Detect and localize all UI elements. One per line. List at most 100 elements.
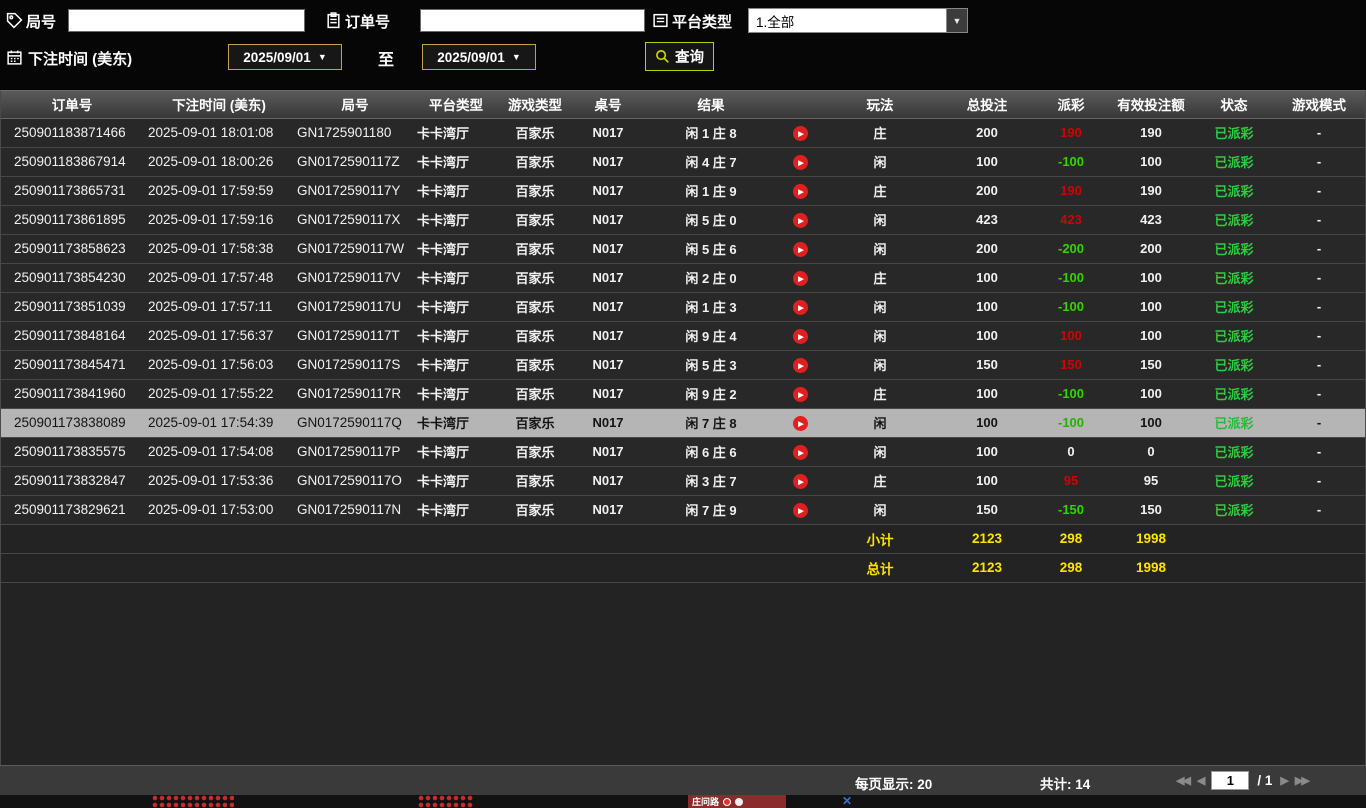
round-input[interactable] — [68, 9, 305, 32]
play-video-icon[interactable]: ▶ — [792, 242, 808, 258]
cell-order-no: 250901173835575 — [1, 437, 143, 467]
subtotal-spacer — [1, 524, 821, 554]
play-video-icon[interactable]: ▶ — [792, 213, 808, 229]
table-row[interactable]: 250901183867914 2025-09-01 18:00:26 GN0172… — [1, 147, 1365, 177]
cell-payout: 0 — [1035, 437, 1107, 467]
platform-type-dropdown[interactable]: 1.全部 ▼ — [748, 8, 968, 33]
cell-bet-time: 2025-09-01 17:55:22 — [143, 379, 295, 409]
date-to-picker[interactable]: 2025/09/01 ▼ — [422, 44, 536, 70]
table-row[interactable]: 250901173835575 2025-09-01 17:54:08 GN0172… — [1, 437, 1365, 467]
cell-game-mode: - — [1273, 466, 1365, 496]
cell-platform: 卡卡湾厅 — [415, 118, 497, 148]
roadmap-dots — [418, 795, 474, 808]
table-row[interactable]: 250901173854230 2025-09-01 17:57:48 GN0172… — [1, 263, 1365, 293]
cell-status: 已派彩 — [1195, 321, 1273, 351]
cell-platform: 卡卡湾厅 — [415, 466, 497, 496]
last-page-icon[interactable]: ▶▶ — [1295, 774, 1310, 787]
cell-total-bet: 200 — [939, 176, 1035, 206]
table-row[interactable]: 250901173865731 2025-09-01 17:59:59 GN0172… — [1, 176, 1365, 206]
cell-game-mode: - — [1273, 234, 1365, 264]
cell-bet-time: 2025-09-01 17:59:16 — [143, 205, 295, 235]
date-to-value: 2025/09/01 — [437, 49, 505, 65]
cell-total-bet: 423 — [939, 205, 1035, 235]
cell-platform: 卡卡湾厅 — [415, 176, 497, 206]
cell-play-type: 闲 — [821, 408, 939, 438]
cell-payout: 190 — [1035, 118, 1107, 148]
total-row: 总计 2123 298 1998 — [1, 553, 1365, 583]
cell-platform: 卡卡湾厅 — [415, 234, 497, 264]
cell-game-type: 百家乐 — [497, 495, 573, 525]
table-row[interactable]: 250901173858623 2025-09-01 17:58:38 GN0172… — [1, 234, 1365, 264]
cell-game-mode: - — [1273, 495, 1365, 525]
cell-game-mode: - — [1273, 408, 1365, 438]
table-row[interactable]: 250901173838089 2025-09-01 17:54:39 GN0172… — [1, 408, 1365, 438]
table-row[interactable]: 250901173829621 2025-09-01 17:53:00 GN0172… — [1, 495, 1365, 525]
cell-payout: -150 — [1035, 495, 1107, 525]
play-video-icon[interactable]: ▶ — [792, 474, 808, 490]
cell-play-type: 庄 — [821, 118, 939, 148]
page-total-label: / 1 — [1257, 773, 1273, 788]
road-legend-label: 庄问路 — [692, 797, 720, 807]
cell-order-no: 250901173829621 — [1, 495, 143, 525]
column-header: 总投注 — [939, 91, 1035, 119]
column-header: 下注时间 (美东) — [143, 91, 295, 119]
cell-status: 已派彩 — [1195, 292, 1273, 322]
cell-bet-time: 2025-09-01 17:57:11 — [143, 292, 295, 322]
cell-round-no: GN0172590117Q — [295, 408, 415, 438]
cell-table-no: N017 — [573, 176, 643, 206]
cell-table-no: N017 — [573, 205, 643, 235]
search-button[interactable]: 查询 — [645, 42, 714, 71]
play-video-icon[interactable]: ▶ — [792, 184, 808, 200]
cell-round-no: GN0172590117U — [295, 292, 415, 322]
table-head-row: 订单号 下注时间 (美东) 局号 平台类型 游戏类型 桌号 结果 玩法 总投注 派彩 有效投注额 状态… — [1, 91, 1365, 119]
table-row[interactable]: 250901173832847 2025-09-01 17:53:36 GN0172… — [1, 466, 1365, 496]
play-video-icon[interactable]: ▶ — [792, 503, 808, 519]
first-page-icon[interactable]: ◀◀ — [1176, 774, 1191, 787]
play-icon-cell: ▶ — [779, 292, 821, 322]
play-video-icon[interactable]: ▶ — [792, 416, 808, 432]
column-header: 结果 — [643, 91, 779, 119]
date-from-picker[interactable]: 2025/09/01 ▼ — [228, 44, 342, 70]
table-row[interactable]: 250901183871466 2025-09-01 18:01:08 GN1725… — [1, 118, 1365, 148]
play-icon-cell: ▶ — [779, 408, 821, 438]
play-video-icon[interactable]: ▶ — [792, 271, 808, 287]
cell-payout: 150 — [1035, 350, 1107, 380]
cell-table-no: N017 — [573, 321, 643, 351]
page-number-input[interactable]: 1 — [1211, 771, 1250, 790]
cell-play-type: 庄 — [821, 176, 939, 206]
cell-status: 已派彩 — [1195, 118, 1273, 148]
tag-icon — [6, 12, 23, 29]
cell-game-type: 百家乐 — [497, 408, 573, 438]
cell-game-type: 百家乐 — [497, 437, 573, 467]
play-video-icon[interactable]: ▶ — [792, 329, 808, 345]
table-row[interactable]: 250901173861895 2025-09-01 17:59:16 GN0172… — [1, 205, 1365, 235]
cell-order-no: 250901173848164 — [1, 321, 143, 351]
cell-order-no: 250901173838089 — [1, 408, 143, 438]
table-row[interactable]: 250901173851039 2025-09-01 17:57:11 GN0172… — [1, 292, 1365, 322]
clipboard-icon — [325, 12, 342, 29]
cell-valid-bet: 150 — [1107, 495, 1195, 525]
play-video-icon[interactable]: ▶ — [792, 445, 808, 461]
cell-status: 已派彩 — [1195, 379, 1273, 409]
cell-bet-time: 2025-09-01 17:53:36 — [143, 466, 295, 496]
play-video-icon[interactable]: ▶ — [792, 126, 808, 142]
cell-game-type: 百家乐 — [497, 350, 573, 380]
next-page-icon[interactable]: ▶ — [1280, 774, 1289, 787]
play-video-icon[interactable]: ▶ — [792, 387, 808, 403]
table-row[interactable]: 250901173841960 2025-09-01 17:55:22 GN0172… — [1, 379, 1365, 409]
prev-page-icon[interactable]: ◀ — [1197, 774, 1206, 787]
play-video-icon[interactable]: ▶ — [792, 300, 808, 316]
cell-round-no: GN0172590117S — [295, 350, 415, 380]
cell-table-no: N017 — [573, 118, 643, 148]
cell-game-mode: - — [1273, 263, 1365, 293]
play-video-icon[interactable]: ▶ — [792, 155, 808, 171]
cell-table-no: N017 — [573, 234, 643, 264]
cell-play-type: 闲 — [821, 205, 939, 235]
cell-result: 闲 1 庄 9 — [643, 176, 779, 206]
order-input[interactable] — [420, 9, 645, 32]
cell-platform: 卡卡湾厅 — [415, 495, 497, 525]
table-row[interactable]: 250901173845471 2025-09-01 17:56:03 GN0172… — [1, 350, 1365, 380]
play-video-icon[interactable]: ▶ — [792, 358, 808, 374]
cell-result: 闲 6 庄 6 — [643, 437, 779, 467]
table-row[interactable]: 250901173848164 2025-09-01 17:56:37 GN0172… — [1, 321, 1365, 351]
